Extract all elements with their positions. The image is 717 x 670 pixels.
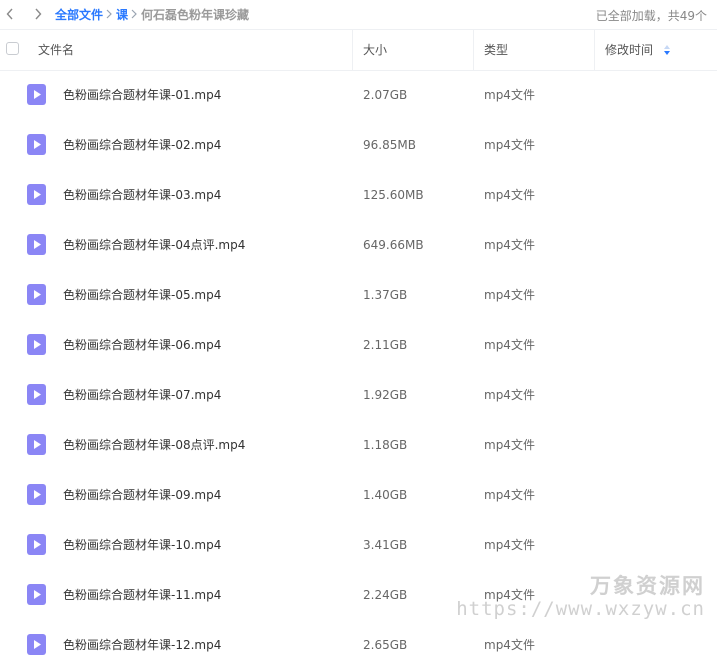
file-size: 125.60MB xyxy=(363,188,424,202)
back-button[interactable] xyxy=(3,7,17,21)
column-divider[interactable] xyxy=(352,30,353,70)
file-type: mp4文件 xyxy=(484,638,535,652)
file-type: mp4文件 xyxy=(484,138,535,152)
column-header-size[interactable]: 大小 xyxy=(363,30,387,70)
load-status: 已全部加载，共49个 xyxy=(595,9,707,23)
column-divider[interactable] xyxy=(473,30,474,70)
chevron-left-icon xyxy=(6,8,13,20)
breadcrumb-folder[interactable]: 课 xyxy=(116,6,128,23)
file-name[interactable]: 色粉画综合题材年课-04点评.mp4 xyxy=(63,220,245,270)
file-name[interactable]: 色粉画综合题材年课-01.mp4 xyxy=(63,70,221,120)
video-file-icon xyxy=(27,284,46,305)
file-size: 1.40GB xyxy=(363,488,408,502)
video-file-icon xyxy=(27,84,46,105)
file-type: mp4文件 xyxy=(484,238,535,252)
file-name[interactable]: 色粉画综合题材年课-05.mp4 xyxy=(63,270,221,320)
file-row[interactable]: 色粉画综合题材年课-06.mp4 2.11GB mp4文件 xyxy=(0,320,717,370)
file-type: mp4文件 xyxy=(484,88,535,102)
chevron-right-icon xyxy=(35,8,42,20)
file-name[interactable]: 色粉画综合题材年课-09.mp4 xyxy=(63,470,221,520)
file-name[interactable]: 色粉画综合题材年课-03.mp4 xyxy=(63,170,221,220)
file-type: mp4文件 xyxy=(484,288,535,302)
file-size: 1.18GB xyxy=(363,438,408,452)
video-file-icon xyxy=(27,184,46,205)
file-row[interactable]: 色粉画综合题材年课-07.mp4 1.92GB mp4文件 xyxy=(0,370,717,420)
file-list-header: 文件名 大小 类型 修改时间 xyxy=(0,29,717,71)
column-header-type[interactable]: 类型 xyxy=(484,30,508,70)
file-type: mp4文件 xyxy=(484,438,535,452)
column-header-name[interactable]: 文件名 xyxy=(38,30,74,70)
file-name[interactable]: 色粉画综合题材年课-10.mp4 xyxy=(63,520,221,570)
file-size: 649.66MB xyxy=(363,238,424,252)
column-divider[interactable] xyxy=(594,30,595,70)
sort-icon[interactable] xyxy=(663,43,671,57)
file-row[interactable]: 色粉画综合题材年课-12.mp4 2.65GB mp4文件 xyxy=(0,620,717,670)
video-file-icon xyxy=(27,484,46,505)
video-file-icon xyxy=(27,584,46,605)
file-type: mp4文件 xyxy=(484,538,535,552)
file-size: 3.41GB xyxy=(363,538,408,552)
column-header-modified[interactable]: 修改时间 xyxy=(605,30,653,70)
file-size: 2.65GB xyxy=(363,638,408,652)
file-row[interactable]: 色粉画综合题材年课-02.mp4 96.85MB mp4文件 xyxy=(0,120,717,170)
breadcrumb-separator-icon xyxy=(105,9,115,19)
file-size: 1.92GB xyxy=(363,388,408,402)
file-name[interactable]: 色粉画综合题材年课-08点评.mp4 xyxy=(63,420,245,470)
file-size: 2.07GB xyxy=(363,88,408,102)
file-name[interactable]: 色粉画综合题材年课-12.mp4 xyxy=(63,620,221,670)
file-row[interactable]: 色粉画综合题材年课-03.mp4 125.60MB mp4文件 xyxy=(0,170,717,220)
file-type: mp4文件 xyxy=(484,588,535,602)
file-name[interactable]: 色粉画综合题材年课-11.mp4 xyxy=(63,570,221,620)
file-row[interactable]: 色粉画综合题材年课-10.mp4 3.41GB mp4文件 xyxy=(0,520,717,570)
top-bar: 全部文件 课 何石磊色粉年课珍藏 已全部加载，共49个 xyxy=(0,0,717,28)
breadcrumb-separator-icon xyxy=(130,9,140,19)
file-size: 1.37GB xyxy=(363,288,408,302)
video-file-icon xyxy=(27,334,46,355)
breadcrumb-current: 何石磊色粉年课珍藏 xyxy=(141,7,250,22)
file-row[interactable]: 色粉画综合题材年课-01.mp4 2.07GB mp4文件 xyxy=(0,70,717,120)
video-file-icon xyxy=(27,234,46,255)
video-file-icon xyxy=(27,134,46,155)
breadcrumb-all-files[interactable]: 全部文件 xyxy=(55,6,103,23)
file-row[interactable]: 色粉画综合题材年课-05.mp4 1.37GB mp4文件 xyxy=(0,270,717,320)
file-name[interactable]: 色粉画综合题材年课-06.mp4 xyxy=(63,320,221,370)
file-type: mp4文件 xyxy=(484,388,535,402)
file-row[interactable]: 色粉画综合题材年课-09.mp4 1.40GB mp4文件 xyxy=(0,470,717,520)
file-name[interactable]: 色粉画综合题材年课-02.mp4 xyxy=(63,120,221,170)
breadcrumb: 全部文件 课 何石磊色粉年课珍藏 xyxy=(55,6,249,23)
forward-button[interactable] xyxy=(31,7,45,21)
file-type: mp4文件 xyxy=(484,488,535,502)
file-row[interactable]: 色粉画综合题材年课-11.mp4 2.24GB mp4文件 xyxy=(0,570,717,620)
file-row[interactable]: 色粉画综合题材年课-04点评.mp4 649.66MB mp4文件 xyxy=(0,220,717,270)
file-size: 2.11GB xyxy=(363,338,408,352)
video-file-icon xyxy=(27,384,46,405)
file-size: 2.24GB xyxy=(363,588,408,602)
video-file-icon xyxy=(27,534,46,555)
file-row[interactable]: 色粉画综合题材年课-08点评.mp4 1.18GB mp4文件 xyxy=(0,420,717,470)
video-file-icon xyxy=(27,434,46,455)
file-size: 96.85MB xyxy=(363,138,416,152)
file-type: mp4文件 xyxy=(484,188,535,202)
file-type: mp4文件 xyxy=(484,338,535,352)
select-all-checkbox[interactable] xyxy=(6,42,19,55)
file-name[interactable]: 色粉画综合题材年课-07.mp4 xyxy=(63,370,221,420)
